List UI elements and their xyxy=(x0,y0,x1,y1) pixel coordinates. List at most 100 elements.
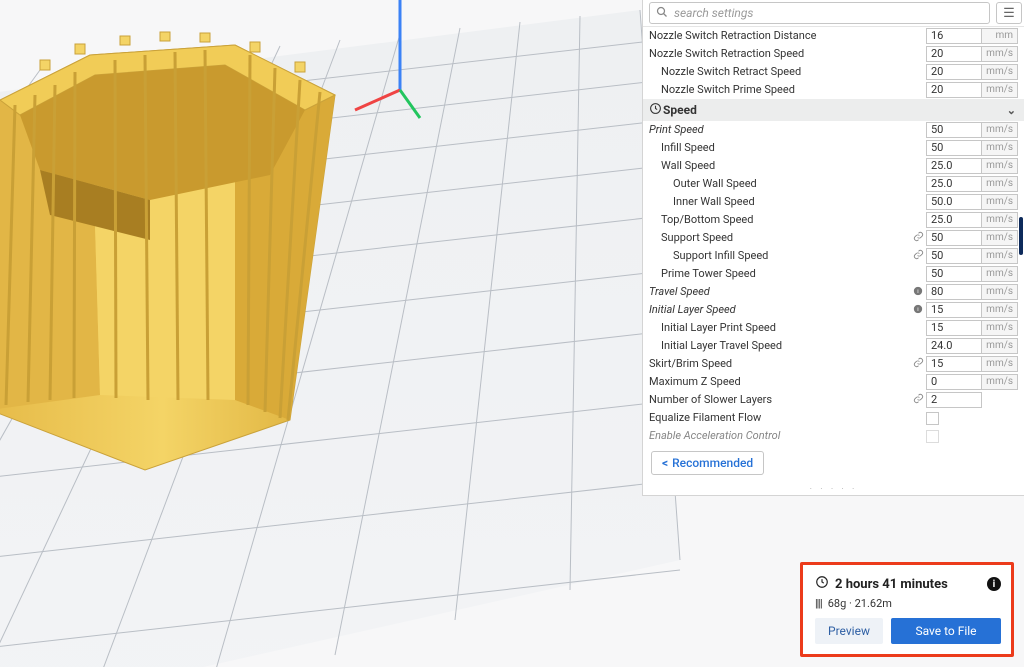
search-icon xyxy=(656,6,668,21)
setting-label: Support Infill Speed xyxy=(673,247,910,265)
settings-menu-button[interactable]: ☰ xyxy=(996,2,1022,24)
setting-unit: mm/s xyxy=(982,302,1018,318)
link-icon xyxy=(910,357,926,371)
setting-row: Nozzle Switch Retract Speed20mm/s xyxy=(643,63,1024,81)
setting-value-input[interactable]: 80 xyxy=(926,284,982,300)
setting-unit: mm/s xyxy=(982,122,1018,138)
recommended-mode-button[interactable]: < Recommended xyxy=(651,451,764,475)
setting-label: Top/Bottom Speed xyxy=(661,211,910,229)
setting-label: Print Speed xyxy=(649,121,910,139)
estimate-time: 2 hours 41 minutes xyxy=(835,577,981,592)
setting-label: Maximum Z Speed xyxy=(649,373,910,391)
panel-resize-handle[interactable]: · · · · · xyxy=(643,485,1024,495)
setting-value-input[interactable]: 15 xyxy=(926,320,982,336)
info-dot-icon: i xyxy=(910,304,926,317)
setting-unit: mm/s xyxy=(982,320,1018,336)
link-icon xyxy=(910,249,926,263)
clock-icon xyxy=(815,575,829,593)
setting-label: Equalize Filament Flow xyxy=(649,409,910,427)
setting-label: Travel Speed xyxy=(649,283,910,301)
setting-row: Skirt/Brim Speed15mm/s xyxy=(643,355,1024,373)
setting-unit: mm/s xyxy=(982,212,1018,228)
setting-value-input[interactable]: 24.0 xyxy=(926,338,982,354)
setting-value-input[interactable]: 2 xyxy=(926,392,982,408)
setting-row: Outer Wall Speed25.0mm/s xyxy=(643,175,1024,193)
info-icon[interactable]: i xyxy=(987,577,1001,591)
setting-row: Prime Tower Speed 50mm/s xyxy=(643,265,1024,283)
setting-unit: mm/s xyxy=(982,374,1018,390)
setting-value-input[interactable]: 25.0 xyxy=(926,212,982,228)
setting-label: Number of Slower Layers xyxy=(649,391,910,409)
recommended-label: Recommended xyxy=(672,456,753,470)
chevron-down-icon: ⌄ xyxy=(1007,104,1016,117)
setting-value-input[interactable]: 15 xyxy=(926,356,982,372)
chevron-left-icon: < xyxy=(662,456,668,470)
info-dot-icon: i xyxy=(910,286,926,299)
estimate-material: 68g · 21.62m xyxy=(828,597,892,610)
setting-row: Travel Speedi80mm/s xyxy=(643,283,1024,301)
setting-label: Inner Wall Speed xyxy=(673,193,910,211)
setting-value-input[interactable]: 50 xyxy=(926,230,982,246)
setting-label: Initial Layer Print Speed xyxy=(661,319,910,337)
setting-unit: mm/s xyxy=(982,266,1018,282)
search-settings-input[interactable]: search settings xyxy=(649,2,990,24)
setting-row: Enable Acceleration Control xyxy=(643,427,1024,445)
setting-unit: mm/s xyxy=(982,82,1018,98)
setting-label: Infill Speed xyxy=(661,139,910,157)
link-icon xyxy=(910,393,926,407)
setting-value-input[interactable]: 0 xyxy=(926,374,982,390)
setting-row: Equalize Filament Flow xyxy=(643,409,1024,427)
setting-unit: mm/s xyxy=(982,158,1018,174)
setting-label: Initial Layer Travel Speed xyxy=(661,337,910,355)
setting-row: Initial Layer Print Speed 15mm/s xyxy=(643,319,1024,337)
setting-value-input[interactable]: 50 xyxy=(926,266,982,282)
setting-unit: mm/s xyxy=(982,230,1018,246)
setting-unit: mm/s xyxy=(982,64,1018,80)
setting-value-input[interactable]: 20 xyxy=(926,64,982,80)
setting-row: Inner Wall Speed 50.0mm/s xyxy=(643,193,1024,211)
setting-unit: mm xyxy=(982,28,1018,44)
setting-value-input[interactable]: 16 xyxy=(926,28,982,44)
setting-row: Number of Slower Layers 2 xyxy=(643,391,1024,409)
setting-label: Support Speed xyxy=(661,229,910,247)
setting-value-input[interactable]: 15 xyxy=(926,302,982,318)
setting-value-input[interactable]: 50 xyxy=(926,122,982,138)
speed-icon xyxy=(649,102,662,118)
setting-checkbox[interactable] xyxy=(926,412,939,425)
setting-unit: mm/s xyxy=(982,46,1018,62)
setting-label: Nozzle Switch Retraction Speed xyxy=(649,45,910,63)
setting-row: Initial Layer Speedi15mm/s xyxy=(643,301,1024,319)
search-placeholder: search settings xyxy=(674,6,753,20)
setting-row: Nozzle Switch Retraction Speed 20mm/s xyxy=(643,45,1024,63)
setting-unit: mm/s xyxy=(982,248,1018,264)
setting-unit: mm/s xyxy=(982,194,1018,210)
setting-value-input[interactable]: 20 xyxy=(926,46,982,62)
setting-checkbox[interactable] xyxy=(926,430,939,443)
setting-label: Enable Acceleration Control xyxy=(649,427,910,445)
setting-label: Prime Tower Speed xyxy=(661,265,910,283)
setting-row: Wall Speed25.0mm/s xyxy=(643,157,1024,175)
setting-unit: mm/s xyxy=(982,356,1018,372)
setting-value-input[interactable]: 20 xyxy=(926,82,982,98)
setting-row: Initial Layer Travel Speed24.0mm/s xyxy=(643,337,1024,355)
setting-value-input[interactable]: 25.0 xyxy=(926,176,982,192)
setting-row: Support Infill Speed 50mm/s xyxy=(643,247,1024,265)
link-icon xyxy=(910,231,926,245)
setting-row: Print Speed 50mm/s xyxy=(643,121,1024,139)
setting-label: Nozzle Switch Prime Speed xyxy=(661,81,910,99)
filament-icon: |||| xyxy=(815,597,822,610)
settings-list[interactable]: Nozzle Switch Retraction Distance16mmNoz… xyxy=(643,27,1024,445)
setting-value-input[interactable]: 50.0 xyxy=(926,194,982,210)
print-settings-panel: search settings ☰ Nozzle Switch Retracti… xyxy=(642,0,1024,496)
preview-button[interactable]: Preview xyxy=(815,618,883,644)
setting-unit: mm/s xyxy=(982,284,1018,300)
setting-label: Nozzle Switch Retraction Distance xyxy=(649,27,910,45)
category-speed-header[interactable]: Speed ⌄ xyxy=(643,99,1024,121)
setting-row: Top/Bottom Speed 25.0mm/s xyxy=(643,211,1024,229)
setting-value-input[interactable]: 25.0 xyxy=(926,158,982,174)
save-to-file-button[interactable]: Save to File xyxy=(891,618,1001,644)
category-label: Speed xyxy=(663,103,697,117)
setting-value-input[interactable]: 50 xyxy=(926,140,982,156)
setting-value-input[interactable]: 50 xyxy=(926,248,982,264)
scrollbar-thumb[interactable] xyxy=(1019,217,1023,255)
